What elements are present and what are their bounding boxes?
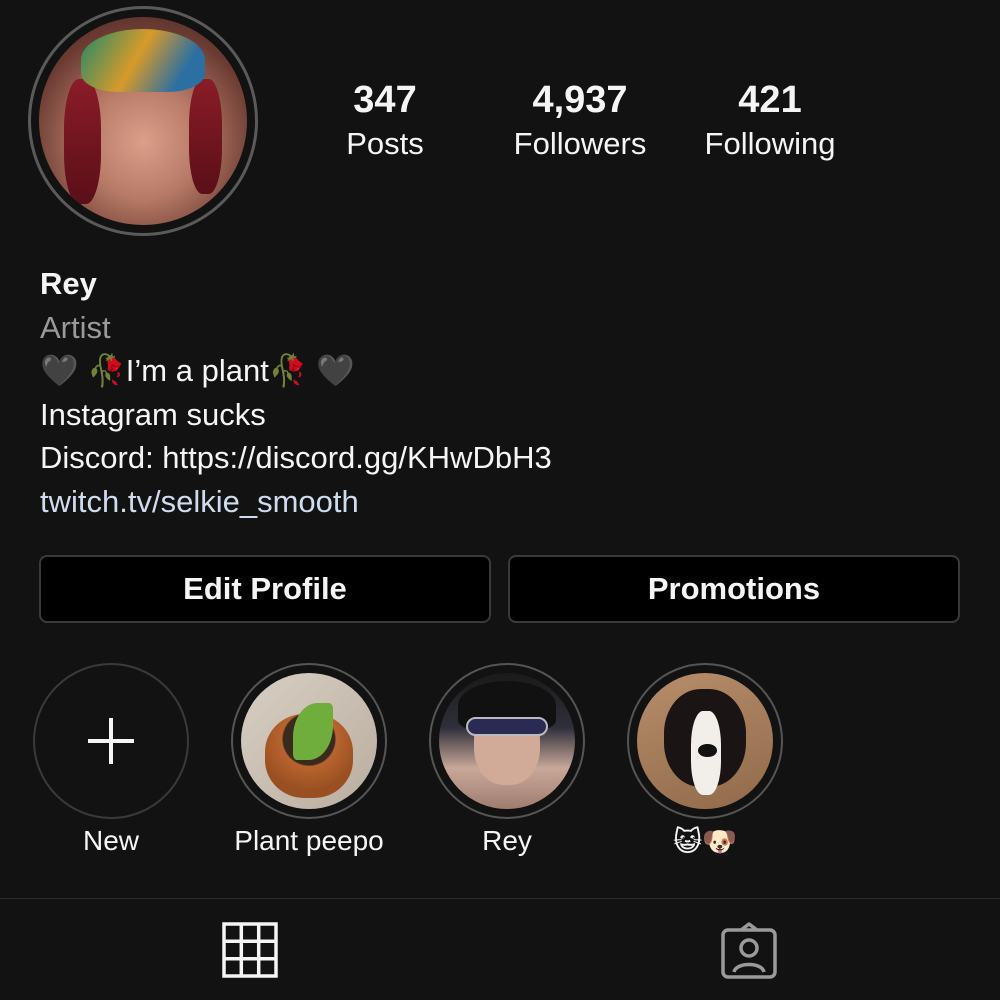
highlight-ring xyxy=(627,663,783,819)
profile-category: Artist xyxy=(40,309,111,345)
highlight-plant-peepo[interactable]: Plant peepo xyxy=(231,663,387,857)
posts-label: Posts xyxy=(346,126,424,161)
tab-tagged[interactable] xyxy=(720,922,778,985)
highlight-ring xyxy=(429,663,585,819)
highlight-label: Plant peepo xyxy=(234,825,384,856)
profile-page: 347 Posts 4,937 Followers 421 Following … xyxy=(0,0,1000,1000)
new-highlight-ring xyxy=(33,663,189,819)
following-count: 421 xyxy=(738,79,802,121)
highlight-new[interactable]: New xyxy=(33,663,189,857)
profile-avatar[interactable] xyxy=(28,6,258,236)
tab-posts-grid[interactable] xyxy=(222,922,278,983)
stat-followers[interactable]: 4,937 Followers xyxy=(495,76,665,164)
bio-line: Instagram sucks xyxy=(40,396,266,432)
stat-posts[interactable]: 347 Posts xyxy=(330,76,440,164)
stat-following[interactable]: 421 Following xyxy=(685,76,855,164)
followers-label: Followers xyxy=(513,126,647,161)
bio-line: 🖤 🥀I’m a plant🥀 🖤 xyxy=(40,353,355,388)
tab-divider xyxy=(0,898,1000,899)
profile-stats: 347 Posts 4,937 Followers 421 Following xyxy=(330,76,855,164)
highlight-cover xyxy=(439,673,575,809)
highlight-cover xyxy=(241,673,377,809)
plus-icon xyxy=(88,718,134,764)
followers-count: 4,937 xyxy=(532,79,628,121)
profile-bio: Rey Artist 🖤 🥀I’m a plant🥀 🖤 Instagram s… xyxy=(40,262,552,523)
posts-count: 347 xyxy=(353,79,417,121)
edit-profile-button[interactable]: Edit Profile xyxy=(39,555,491,623)
highlight-cover xyxy=(637,673,773,809)
highlight-label: New xyxy=(82,825,139,856)
highlight-pets[interactable]: 😺🐶 xyxy=(627,663,783,858)
following-label: Following xyxy=(704,126,836,161)
bio-link[interactable]: twitch.tv/selkie_smooth xyxy=(40,480,552,524)
tagged-icon xyxy=(721,922,777,979)
highlight-label: 😺🐶 xyxy=(672,826,738,857)
avatar-image xyxy=(39,17,247,225)
highlight-label: Rey xyxy=(482,825,532,856)
highlight-rey[interactable]: Rey xyxy=(429,663,585,857)
highlight-ring xyxy=(231,663,387,819)
profile-name: Rey xyxy=(40,266,97,301)
grid-icon xyxy=(222,922,278,978)
promotions-button[interactable]: Promotions xyxy=(508,555,960,623)
bio-line[interactable]: Discord: https://discord.gg/KHwDbH3 xyxy=(40,436,552,480)
